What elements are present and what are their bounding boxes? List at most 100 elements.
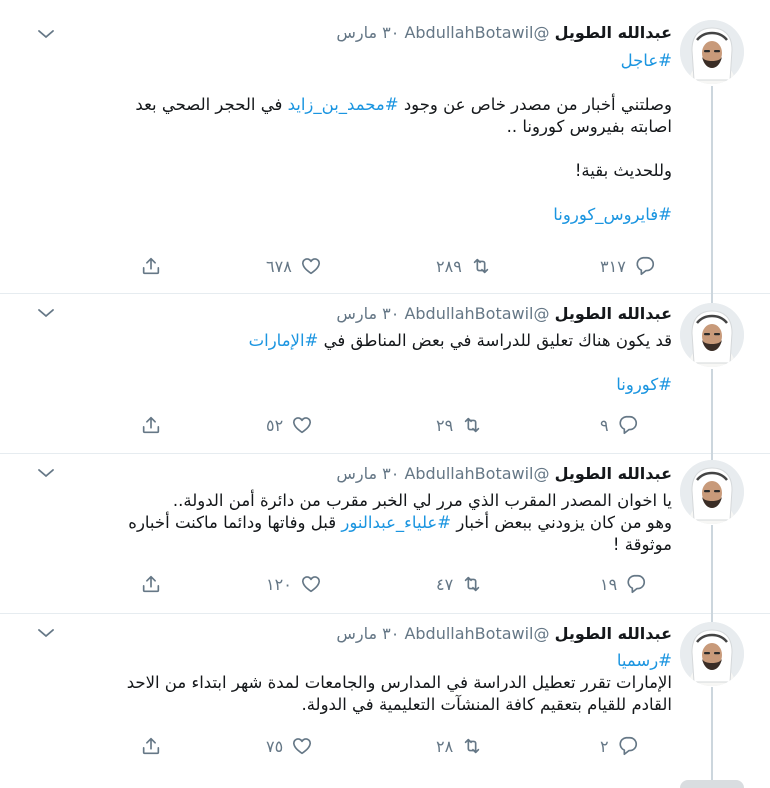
share-button[interactable] [140, 253, 162, 279]
thread-line [711, 525, 713, 613]
reply-button[interactable]: ٩ [600, 412, 639, 438]
likes-count: ٥٢ [266, 415, 284, 435]
retweets-count: ٢٨٩ [436, 256, 462, 276]
tweet-date[interactable]: ٣٠ مارس [336, 464, 399, 483]
retweet-icon [461, 735, 483, 757]
tweet-line: يا اخوان المصدر المقرب الذي مرر لي الخبر… [62, 490, 672, 512]
author-handle[interactable]: @AbdullahBotawil [404, 624, 549, 643]
tweet-line [62, 72, 672, 94]
replies-count: ٢ [600, 736, 609, 756]
tweet[interactable]: عبدالله الطويل @AbdullahBotawil ٣٠ مارس … [0, 0, 770, 294]
retweet-button[interactable]: ٢٩ [436, 412, 483, 438]
tweet[interactable]: عبدالله الطويل @AbdullahBotawil ٣٠ مارس … [0, 453, 770, 614]
tweet-header: عبدالله الطويل @AbdullahBotawil ٣٠ مارس [336, 623, 672, 645]
author-name[interactable]: عبدالله الطويل [555, 624, 672, 643]
tweet-line: موثوقة ! [62, 534, 672, 556]
hashtag-link[interactable]: #عاجل [621, 51, 672, 70]
share-icon [140, 414, 162, 436]
tweet-line: وصلتني أخبار من مصدر خاص عن وجود #محمد_ب… [62, 94, 672, 116]
retweet-icon [470, 255, 492, 277]
chevron-down-icon[interactable] [36, 26, 56, 40]
reply-icon [617, 414, 639, 436]
retweets-count: ٤٧ [436, 574, 454, 594]
author-name[interactable]: عبدالله الطويل [555, 304, 672, 323]
tweet-text-segment: وهو من كان يزودني ببعض أخبار [451, 513, 672, 532]
next-tweet-avatar-edge [680, 780, 744, 788]
heart-icon [300, 573, 322, 595]
replies-count: ١٩ [600, 574, 618, 594]
tweet-text: يا اخوان المصدر المقرب الذي مرر لي الخبر… [62, 490, 672, 556]
tweet-text-segment: قد يكون هناك تعليق للدراسة في بعض المناط… [318, 331, 672, 350]
like-button[interactable]: ٥٢ [266, 412, 313, 438]
retweet-icon [461, 414, 483, 436]
tweet[interactable]: عبدالله الطويل @AbdullahBotawil ٣٠ مارس … [0, 613, 770, 788]
author-handle[interactable]: @AbdullahBotawil [404, 464, 549, 483]
share-button[interactable] [140, 733, 162, 759]
tweet-text-segment: وصلتني أخبار من مصدر خاص عن وجود [398, 95, 672, 114]
tweet-line: وللحديث بقية! [62, 160, 672, 182]
tweet-actions: ٧٥ ٢٨ ٢ [140, 733, 680, 759]
retweet-button[interactable]: ٢٨ [436, 733, 483, 759]
tweet-date[interactable]: ٣٠ مارس [336, 23, 399, 42]
avatar[interactable] [680, 622, 744, 686]
tweet-date[interactable]: ٣٠ مارس [336, 304, 399, 323]
likes-count: ٦٧٨ [266, 256, 292, 276]
tweet-text-segment: الإمارات تقرر تعطيل الدراسة في المدارس و… [126, 673, 672, 692]
heart-icon [300, 255, 322, 277]
tweet-line: اصابته بفيروس كورونا .. [62, 116, 672, 138]
share-icon [140, 255, 162, 277]
chevron-down-icon[interactable] [36, 305, 56, 319]
thread-line [711, 369, 713, 453]
share-button[interactable] [140, 571, 162, 597]
chevron-down-icon[interactable] [36, 465, 56, 479]
retweet-button[interactable]: ٤٧ [436, 571, 483, 597]
tweet-actions: ١٢٠ ٤٧ ١٩ [140, 571, 680, 597]
reply-button[interactable]: ٣١٧ [600, 253, 656, 279]
author-handle[interactable]: @AbdullahBotawil [404, 304, 549, 323]
tweet-header: عبدالله الطويل @AbdullahBotawil ٣٠ مارس [336, 463, 672, 485]
hashtag-link[interactable]: #محمد_بن_زايد [288, 95, 399, 114]
retweet-button[interactable]: ٢٨٩ [436, 253, 492, 279]
tweet-line: #كورونا [62, 374, 672, 396]
share-icon [140, 573, 162, 595]
tweet-text-segment: في الحجر الصحي بعد [135, 95, 288, 114]
tweet-line: وهو من كان يزودني ببعض أخبار #علياء_عبدا… [62, 512, 672, 534]
tweet-text-segment: القادم للقيام بتعقيم كافة المنشآت التعلي… [301, 695, 672, 714]
tweet-text-segment: يا اخوان المصدر المقرب الذي مرر لي الخبر… [172, 491, 672, 510]
heart-icon [291, 414, 313, 436]
share-icon [140, 735, 162, 757]
hashtag-link[interactable]: #كورونا [616, 375, 672, 394]
hashtag-link[interactable]: #الإمارات [249, 331, 319, 350]
avatar[interactable] [680, 20, 744, 84]
replies-count: ٣١٧ [600, 256, 626, 276]
tweet[interactable]: عبدالله الطويل @AbdullahBotawil ٣٠ مارس … [0, 293, 770, 454]
tweet-date[interactable]: ٣٠ مارس [336, 624, 399, 643]
tweet-feed: عبدالله الطويل @AbdullahBotawil ٣٠ مارس … [0, 0, 770, 788]
tweet-text: قد يكون هناك تعليق للدراسة في بعض المناط… [62, 330, 672, 396]
tweet-line: قد يكون هناك تعليق للدراسة في بعض المناط… [62, 330, 672, 352]
hashtag-link[interactable]: #فايروس_كورونا [553, 205, 672, 224]
like-button[interactable]: ١٢٠ [266, 571, 322, 597]
avatar[interactable] [680, 303, 744, 367]
author-name[interactable]: عبدالله الطويل [555, 464, 672, 483]
tweet-text-segment: وللحديث بقية! [574, 161, 672, 180]
like-button[interactable]: ٧٥ [266, 733, 313, 759]
tweet-text: #عاجل وصلتني أخبار من مصدر خاص عن وجود #… [62, 50, 672, 226]
reply-button[interactable]: ٢ [600, 733, 639, 759]
tweet-line: #عاجل [62, 50, 672, 72]
share-button[interactable] [140, 412, 162, 438]
reply-button[interactable]: ١٩ [600, 571, 647, 597]
chevron-down-icon[interactable] [36, 625, 56, 639]
retweet-icon [461, 573, 483, 595]
author-name[interactable]: عبدالله الطويل [555, 23, 672, 42]
heart-icon [291, 735, 313, 757]
likes-count: ١٢٠ [266, 574, 292, 594]
hashtag-link[interactable]: #رسميا [617, 651, 672, 670]
like-button[interactable]: ٦٧٨ [266, 253, 322, 279]
hashtag-link[interactable]: #علياء_عبدالنور [341, 513, 451, 532]
avatar[interactable] [680, 460, 744, 524]
tweet-header: عبدالله الطويل @AbdullahBotawil ٣٠ مارس [336, 22, 672, 44]
author-handle[interactable]: @AbdullahBotawil [404, 23, 549, 42]
tweet-line: القادم للقيام بتعقيم كافة المنشآت التعلي… [62, 694, 672, 716]
tweet-text-segment: قبل وفاتها ودائما ماكنت أخباره [128, 513, 342, 532]
